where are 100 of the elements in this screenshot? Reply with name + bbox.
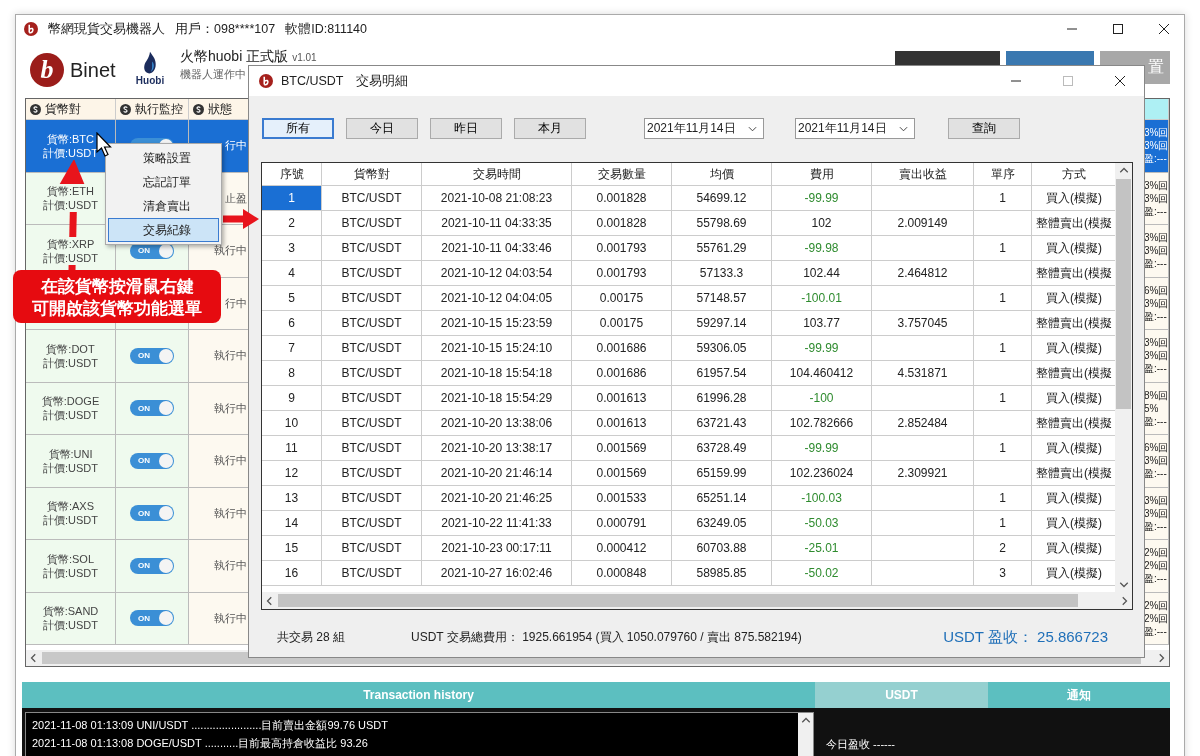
date-dropdown[interactable]: 2021年11月14日: [795, 118, 915, 139]
pair-cell[interactable]: 貨幣:UNI 計價:USDT: [26, 435, 116, 488]
price-cell: 61996.28: [672, 386, 772, 411]
window-title: 幣網現貨交易機器人: [48, 20, 165, 38]
status-cell: 執行中: [189, 540, 249, 593]
index-cell: 15: [262, 536, 322, 561]
huobi-logo-text: Huobi: [135, 75, 165, 86]
price-cell: 54699.12: [672, 186, 772, 211]
time-cell: 2021-10-22 11:41:33: [422, 511, 572, 536]
filter-button[interactable]: 本月: [514, 118, 586, 139]
order-cell: 3: [974, 561, 1032, 586]
pair-cell: BTC/USDT: [322, 486, 422, 511]
quantity-cell: 0.000848: [572, 561, 672, 586]
window-title: BTC/USDT 交易明細: [281, 72, 409, 90]
column-header: 交易時間: [422, 163, 572, 186]
mouse-cursor-icon: [96, 132, 112, 158]
quantity-cell: 0.001686: [572, 336, 672, 361]
order-cell: [974, 361, 1032, 386]
fee-cell: 102.44: [772, 261, 872, 286]
status-cell: 執行中: [189, 592, 249, 645]
quantity-cell: 0.001569: [572, 436, 672, 461]
price-cell: 57133.3: [672, 261, 772, 286]
price-cell: 55761.29: [672, 236, 772, 261]
price-cell: 60703.88: [672, 536, 772, 561]
order-cell: 1: [974, 436, 1032, 461]
menu-item[interactable]: 交易紀錄: [108, 218, 219, 242]
column-header: 交易數量: [572, 163, 672, 186]
software-id-label: 軟體ID:811140: [285, 20, 367, 38]
filter-button[interactable]: 昨日: [430, 118, 502, 139]
rule-cell: 2%回 2%回 盈:---: [1144, 540, 1169, 593]
price-cell: 58985.85: [672, 561, 772, 586]
filter-button[interactable]: 今日: [346, 118, 418, 139]
price-cell: 63721.43: [672, 411, 772, 436]
quantity-cell: 0.001686: [572, 361, 672, 386]
time-cell: 2021-10-12 04:04:05: [422, 286, 572, 311]
maximize-icon[interactable]: [1112, 23, 1124, 35]
profit-cell: 2.464812: [872, 261, 974, 286]
column-header-label: 狀態: [208, 100, 232, 118]
price-cell: 59297.14: [672, 311, 772, 336]
close-icon[interactable]: [1158, 23, 1170, 35]
vertical-scrollbar[interactable]: [798, 713, 813, 756]
quantity-cell: 0.001793: [572, 236, 672, 261]
annotation-arrow: [223, 207, 259, 231]
horizontal-scrollbar[interactable]: [262, 592, 1132, 609]
vertical-scrollbar[interactable]: [1115, 163, 1132, 592]
pair-cell[interactable]: 貨幣:SAND 計價:USDT: [26, 592, 116, 645]
index-cell: 4: [262, 261, 322, 286]
scroll-thumb[interactable]: [1116, 179, 1131, 409]
fee-cell: -99.99: [772, 186, 872, 211]
column-header: 單序: [974, 163, 1032, 186]
pair-cell: BTC/USDT: [322, 536, 422, 561]
coin-icon: [120, 103, 131, 115]
time-cell: 2021-10-20 21:46:14: [422, 461, 572, 486]
rule-cell: 6%回 3%回 盈:---: [1144, 435, 1169, 488]
pair-cell: BTC/USDT: [322, 386, 422, 411]
quantity-cell: 0.000412: [572, 536, 672, 561]
fee-cell: -50.02: [772, 561, 872, 586]
order-cell: [974, 261, 1032, 286]
column-header: 費用: [772, 163, 872, 186]
section-header: Transaction history: [22, 682, 815, 708]
quantity-cell: 0.001793: [572, 261, 672, 286]
pair-cell: BTC/USDT: [322, 511, 422, 536]
index-cell: 5: [262, 286, 322, 311]
index-cell: 7: [262, 336, 322, 361]
pair-cell[interactable]: 貨幣:SOL 計價:USDT: [26, 540, 116, 593]
fee-summary: USDT 交易總費用： 1925.661954 (買入 1050.079760 / 賣出 875.582194): [411, 629, 802, 646]
column-header-label: 執行監控: [135, 100, 183, 118]
pair-cell[interactable]: 貨幣:AXS 計價:USDT: [26, 487, 116, 540]
profit-cell: 3.757045: [872, 311, 974, 336]
order-cell: 1: [974, 486, 1032, 511]
section-header: 通知: [988, 682, 1170, 708]
profit-cell: 4.531871: [872, 361, 974, 386]
fee-cell: -99.99: [772, 336, 872, 361]
log-line: 2021-11-08 01:13:08 DOGE/USDT ...........目前最高持倉收益比 93.26: [32, 736, 369, 751]
query-button[interactable]: 查詢: [948, 118, 1020, 139]
fee-cell: -100.01: [772, 286, 872, 311]
index-cell: 9: [262, 386, 322, 411]
column-header: 貨幣對: [322, 163, 422, 186]
coin-icon: [30, 103, 41, 115]
time-cell: 2021-10-15 15:23:59: [422, 311, 572, 336]
pair-cell: BTC/USDT: [322, 561, 422, 586]
index-cell: 8: [262, 361, 322, 386]
coin-icon: [193, 103, 204, 115]
pair-cell: BTC/USDT: [322, 261, 422, 286]
fee-cell: 103.77: [772, 311, 872, 336]
pair-cell[interactable]: 貨幣:DOT 計價:USDT: [26, 330, 116, 383]
pair-cell[interactable]: 貨幣:DOGE 計價:USDT: [26, 382, 116, 435]
profit-total: USDT 盈收： 25.866723: [943, 628, 1108, 647]
order-cell: 1: [974, 511, 1032, 536]
pair-cell: BTC/USDT: [322, 186, 422, 211]
chevron-down-icon: [748, 125, 757, 132]
pair-cell: BTC/USDT: [322, 311, 422, 336]
filter-button[interactable]: 所有: [262, 118, 334, 139]
order-cell: 1: [974, 186, 1032, 211]
order-cell: [974, 461, 1032, 486]
order-cell: 1: [974, 386, 1032, 411]
date-dropdown[interactable]: 2021年11月14日: [644, 118, 764, 139]
time-cell: 2021-10-15 15:24:10: [422, 336, 572, 361]
close-icon[interactable]: [1114, 75, 1126, 87]
rule-cell: 3%回 3%回 盈:---: [1144, 330, 1169, 383]
